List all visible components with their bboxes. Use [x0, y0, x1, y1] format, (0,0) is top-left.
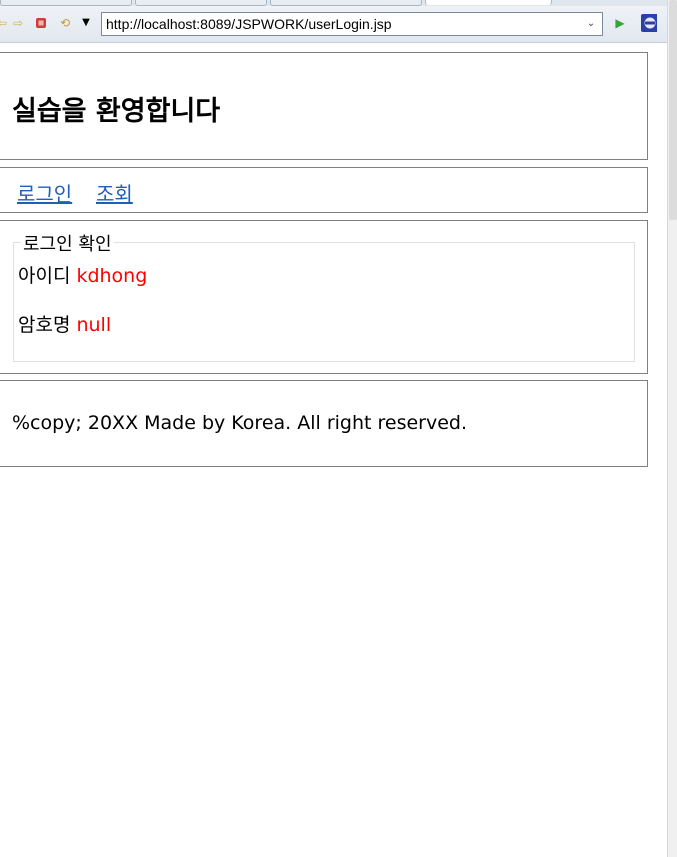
back-arrow-icon[interactable]: ⇦ [0, 15, 10, 31]
url-text: http://localhost:8089/JSPWORK/userLogin.… [106, 16, 392, 32]
tab-active[interactable] [425, 0, 552, 5]
footer-text: %copy; 20XX Made by Korea. All right res… [12, 412, 468, 434]
login-confirm-fieldset [13, 242, 635, 362]
password-value: null [76, 314, 112, 336]
footer-panel: %copy; 20XX Made by Korea. All right res… [0, 380, 648, 467]
main-panel: 로그인 확인 아이디 kdhong 암호명 null [0, 220, 648, 374]
url-dropdown-icon[interactable]: ⌄ [584, 17, 598, 31]
nav-link-search[interactable]: 조회 [96, 178, 133, 207]
vertical-scrollbar[interactable] [667, 0, 677, 857]
password-row: 암호명 null [18, 310, 111, 337]
id-value: kdhong [76, 265, 148, 287]
fieldset-legend: 로그인 확인 [21, 230, 114, 256]
scrollbar-thumb[interactable] [669, 0, 677, 220]
eclipse-icon[interactable] [641, 14, 657, 32]
nav-link-login[interactable]: 로그인 [17, 178, 72, 207]
id-label: 아이디 [18, 265, 71, 287]
go-icon[interactable]: ▶ [612, 15, 628, 31]
header-panel: 실습을 환영합니다 [0, 52, 648, 160]
nav-panel: 로그인 조회 [0, 167, 648, 213]
page-content: 실습을 환영합니다 로그인 조회 로그인 확인 아이디 kdhong 암호명 nul… [0, 43, 667, 857]
password-label: 암호명 [18, 314, 71, 336]
menu-dropdown-icon[interactable]: ▼ [78, 15, 94, 31]
url-field[interactable]: http://localhost:8089/JSPWORK/userLogin.… [101, 12, 603, 36]
page-title: 실습을 환영합니다 [12, 96, 221, 127]
browser-toolbar: ⇦ ⇨ ⟲ ▼ http://localhost:8089/JSPWORK/us… [0, 6, 667, 43]
forward-arrow-icon[interactable]: ⇨ [10, 15, 26, 31]
refresh-icon[interactable]: ⟲ [57, 15, 73, 31]
stop-icon[interactable] [33, 15, 49, 31]
id-row: 아이디 kdhong [18, 261, 147, 288]
